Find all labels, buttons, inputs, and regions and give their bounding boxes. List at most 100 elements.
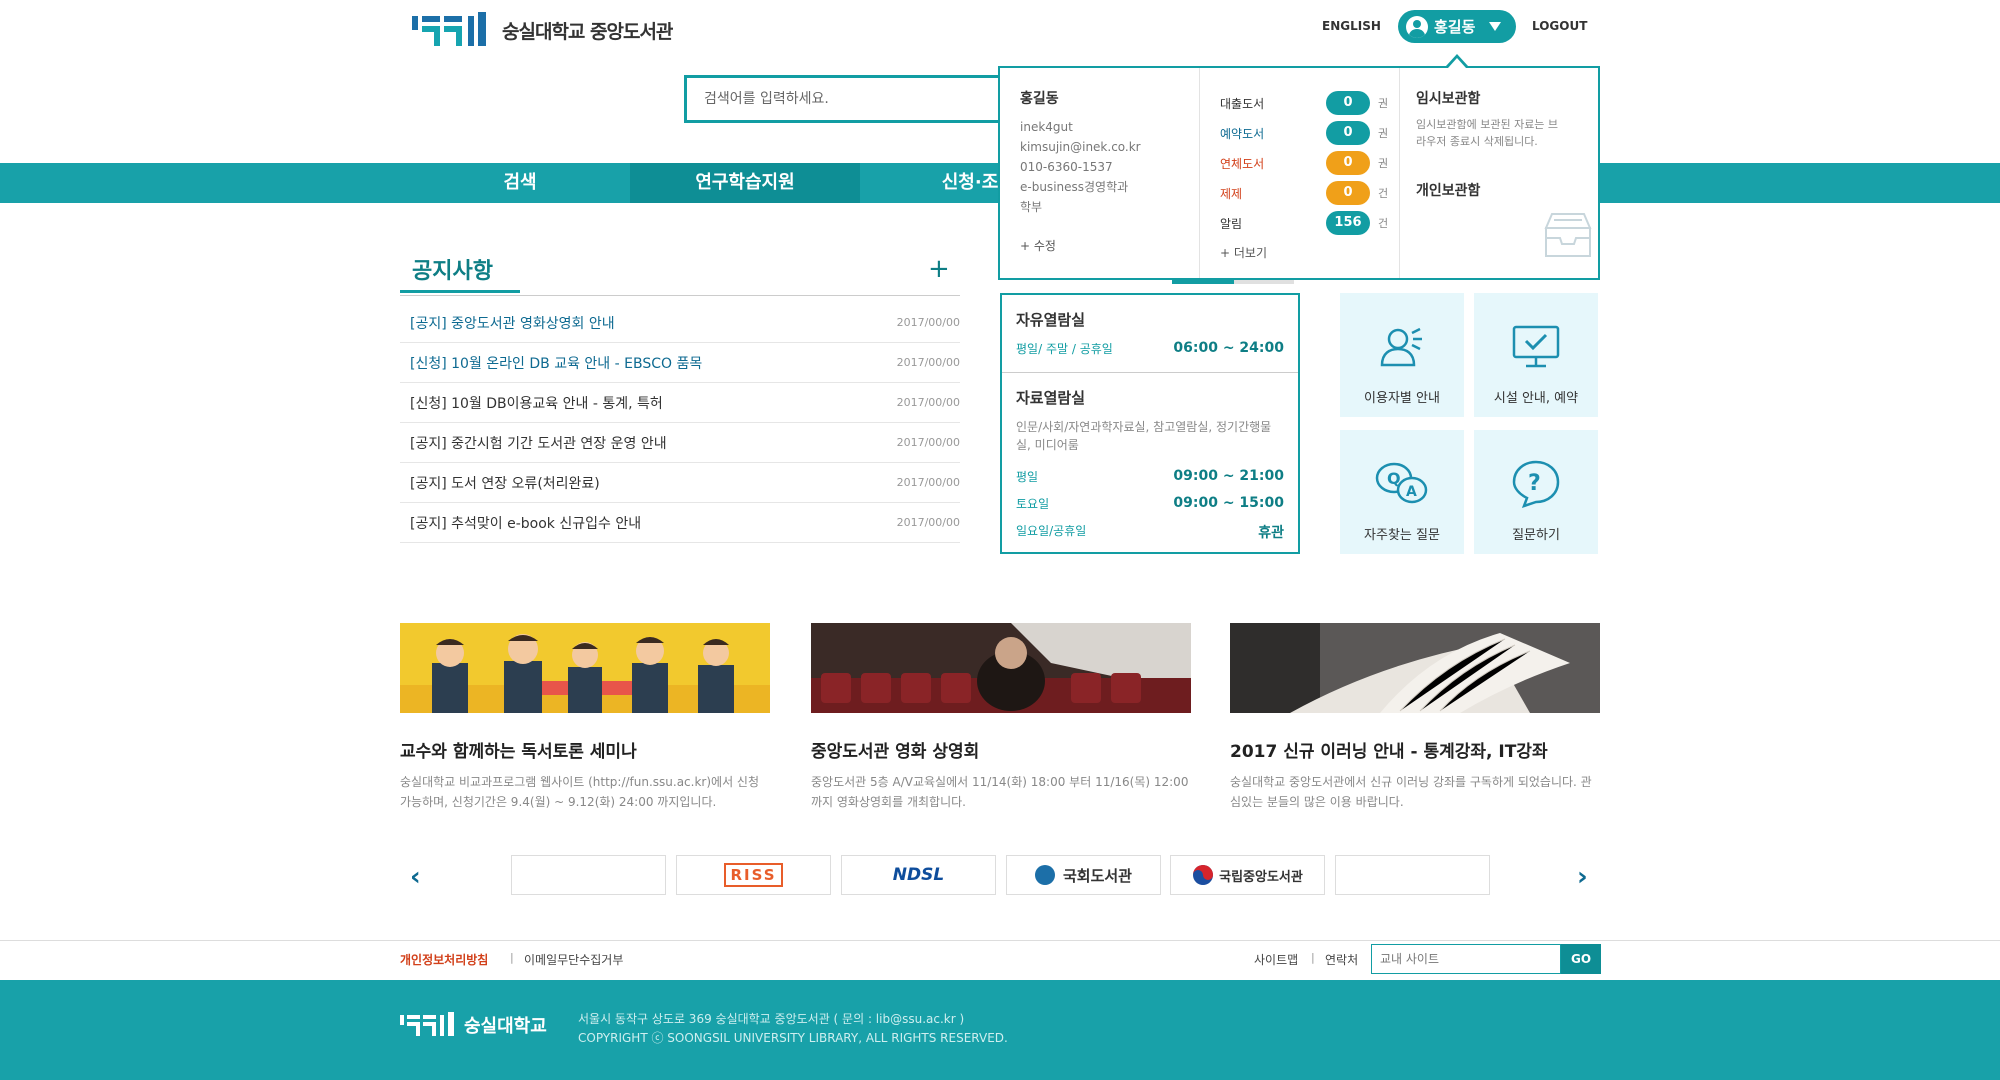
notice-item[interactable]: [공지] 중간시험 기간 도서관 연장 운영 안내 2017/00/00 bbox=[400, 423, 960, 463]
taeguk-emblem-icon bbox=[1193, 865, 1214, 885]
notice-text: [신청] 10월 온라인 DB 교육 안내 - EBSCO 품목 bbox=[410, 355, 703, 372]
storage-column: 임시보관함 임시보관함에 보관된 자료는 브라우저 종료시 삭제됩니다. 개인보… bbox=[1400, 68, 1598, 278]
stat-unit: 건 bbox=[1378, 217, 1389, 230]
user-dept: e-business경영학과 bbox=[1020, 180, 1129, 194]
hours-row: 토요일 09:00 ~ 15:00 bbox=[1016, 495, 1284, 512]
notice-date: 2017/00/00 bbox=[896, 516, 960, 529]
search-input[interactable]: 검색어를 입력하세요. bbox=[684, 75, 1004, 123]
stat-row[interactable]: 대출도서 0 권 bbox=[1220, 88, 1399, 118]
temp-storage-desc: 임시보관함에 보관된 자료는 브라우저 종료시 삭제됩니다. bbox=[1416, 118, 1559, 148]
notice-text: [공지] 중간시험 기간 도서관 연장 운영 안내 bbox=[410, 435, 667, 452]
ndsl-logo-text: NDSL bbox=[892, 865, 945, 885]
contact-link[interactable]: 연락처 bbox=[1325, 951, 1358, 968]
free-reading-room: 자유열람실 평일/ 주말 / 공휴일 06:00 ~ 24:00 bbox=[1002, 295, 1298, 373]
user-email: kimsujin@inek.co.kr bbox=[1020, 140, 1141, 154]
stat-unit: 건 bbox=[1378, 187, 1389, 200]
hours-tab-active[interactable] bbox=[1172, 280, 1234, 284]
notice-divider bbox=[400, 295, 960, 296]
question-bubble-icon: ? bbox=[1512, 460, 1560, 509]
personal-storage-title[interactable]: 개인보관함 bbox=[1416, 180, 1598, 200]
stat-count-badge: 0 bbox=[1326, 91, 1370, 115]
notice-item[interactable]: [공지] 중앙도서관 영화상영회 안내 2017/00/00 bbox=[400, 303, 960, 343]
notice-more-button[interactable]: + bbox=[928, 254, 950, 284]
stat-row[interactable]: 연체도서 0 권 bbox=[1220, 148, 1399, 178]
chevron-right-icon[interactable]: › bbox=[1577, 862, 1588, 892]
panel-user-name: 홍길동 bbox=[1020, 91, 1059, 107]
partner-logo-ndsl[interactable]: NDSL bbox=[841, 855, 996, 895]
stat-count-badge: 0 bbox=[1326, 181, 1370, 205]
hours-label: 평일 bbox=[1016, 470, 1039, 484]
partner-logo-empty[interactable] bbox=[1335, 855, 1490, 895]
footer-address-block: 서울시 동작구 상도로 369 숭실대학교 중앙도서관 ( 문의 : lib@s… bbox=[578, 1010, 1008, 1048]
chevron-left-icon[interactable]: ‹ bbox=[410, 862, 421, 892]
event-card[interactable]: 중앙도서관 영화 상영회 중앙도서관 5층 A/V교육실에서 11/14(화) … bbox=[811, 623, 1191, 812]
partner-logo-empty[interactable] bbox=[511, 855, 666, 895]
user-info-column: 홍길동 inek4gut kimsujin@inek.co.kr 010-636… bbox=[1000, 68, 1200, 278]
event-card[interactable]: 교수와 함께하는 독서토론 세미나 숭실대학교 비교과프로그램 웹사이트 (ht… bbox=[400, 623, 770, 812]
user-dropdown-panel: 홍길동 inek4gut kimsujin@inek.co.kr 010-636… bbox=[998, 66, 1600, 280]
card-title: 교수와 함께하는 독서토론 세미나 bbox=[400, 742, 637, 762]
library-logo[interactable]: 숭실대학교 중앙도서관 bbox=[412, 10, 712, 50]
panel-pointer-inner bbox=[1448, 58, 1466, 68]
user-menu-button[interactable]: 홍길동 bbox=[1398, 10, 1516, 43]
stat-unit: 권 bbox=[1378, 157, 1389, 170]
ssu-logo-white-icon bbox=[400, 1012, 454, 1036]
stat-row[interactable]: 알림 156 건 bbox=[1220, 208, 1399, 238]
caret-down-icon bbox=[1489, 22, 1502, 31]
stats-more-link[interactable]: + 더보기 bbox=[1220, 244, 1399, 261]
event-card[interactable]: 2017 신규 이러닝 안내 - 통계강좌, IT강좌 숭실대학교 중앙도서관에… bbox=[1230, 623, 1600, 812]
notice-text: [신청] 10월 DB이용교육 안내 - 통계, 특허 bbox=[410, 395, 663, 412]
site-select-input[interactable]: 교내 사이트 bbox=[1371, 944, 1561, 974]
tile-faq[interactable]: Q A 자주찾는 질문 bbox=[1340, 430, 1464, 554]
notice-item[interactable]: [공지] 도서 연장 오류(처리완료) 2017/00/00 bbox=[400, 463, 960, 503]
notice-text: [공지] 도서 연장 오류(처리완료) bbox=[410, 475, 600, 492]
open-book-photo-image bbox=[1230, 623, 1600, 713]
nav-item-research-support[interactable]: 연구학습지원 bbox=[630, 163, 860, 203]
user-type: 학부 bbox=[1020, 200, 1043, 214]
notice-item[interactable]: [공지] 추석맞이 e-book 신규입수 안내 2017/00/00 bbox=[400, 503, 960, 543]
svg-text:A: A bbox=[1406, 484, 1417, 500]
privacy-policy-link[interactable]: 개인정보처리방침 bbox=[400, 951, 488, 968]
user-stats-column: 대출도서 0 권 예약도서 0 권 연체도서 0 권 제제 0 건 알림 156… bbox=[1200, 68, 1400, 278]
email-refusal-link[interactable]: 이메일무단수집거부 bbox=[524, 951, 623, 968]
notice-item[interactable]: [신청] 10월 DB이용교육 안내 - 통계, 특허 2017/00/00 bbox=[400, 383, 960, 423]
stat-count-badge: 0 bbox=[1326, 121, 1370, 145]
english-link[interactable]: ENGLISH bbox=[1322, 19, 1381, 33]
stat-label: 대출도서 bbox=[1220, 96, 1265, 111]
stat-unit: 권 bbox=[1378, 97, 1389, 110]
logo-text: 숭실대학교 중앙도서관 bbox=[502, 20, 673, 43]
separator: | bbox=[1311, 951, 1315, 964]
partner-logo-riss[interactable]: RISS bbox=[676, 855, 831, 895]
footer-copyright: COPYRIGHT ⓒ SOONGSIL UNIVERSITY LIBRARY,… bbox=[578, 1031, 1008, 1045]
inbox-tray-icon bbox=[1544, 213, 1592, 257]
tile-user-guide[interactable]: 이용자별 안내 bbox=[1340, 293, 1464, 417]
notice-text: [공지] 추석맞이 e-book 신규입수 안내 bbox=[410, 515, 642, 532]
user-phone: 010-6360-1537 bbox=[1020, 160, 1113, 174]
person-speaking-icon bbox=[1380, 327, 1422, 367]
monitor-check-icon bbox=[1512, 325, 1560, 368]
nlk-logo-text: 국립중앙도서관 bbox=[1219, 869, 1303, 885]
footer-address: 서울시 동작구 상도로 369 숭실대학교 중앙도서관 ( 문의 : lib@s… bbox=[578, 1012, 965, 1026]
tile-facility[interactable]: 시설 안내, 예약 bbox=[1474, 293, 1598, 417]
partner-logo-national-assembly-library[interactable]: 국회도서관 bbox=[1006, 855, 1161, 895]
notice-item[interactable]: [신청] 10월 온라인 DB 교육 안내 - EBSCO 품목 2017/00… bbox=[400, 343, 960, 383]
go-button[interactable]: GO bbox=[1561, 944, 1601, 974]
tile-ask[interactable]: ? 질문하기 bbox=[1474, 430, 1598, 554]
nav-item-search[interactable]: 검색 bbox=[420, 163, 620, 203]
partner-logo-national-library-korea[interactable]: 국립중앙도서관 bbox=[1170, 855, 1325, 895]
logout-link[interactable]: LOGOUT bbox=[1532, 19, 1587, 33]
material-room-desc: 인문/사회/자연과학자료실, 참고열람실, 정기간행물실, 미디어룸 bbox=[1016, 420, 1272, 452]
hours-row: 평일 09:00 ~ 21:00 bbox=[1016, 468, 1284, 485]
temp-storage-title[interactable]: 임시보관함 bbox=[1416, 88, 1598, 108]
seminar-illustration-image bbox=[400, 623, 770, 713]
material-reading-room: 자료열람실 인문/사회/자연과학자료실, 참고열람실, 정기간행물실, 미디어룸… bbox=[1002, 373, 1298, 542]
opening-hours-box: 자유열람실 평일/ 주말 / 공휴일 06:00 ~ 24:00 자료열람실 인… bbox=[1000, 293, 1300, 554]
card-title: 중앙도서관 영화 상영회 bbox=[811, 742, 980, 762]
edit-profile-link[interactable]: + 수정 bbox=[1020, 237, 1199, 254]
stat-row[interactable]: 제제 0 건 bbox=[1220, 178, 1399, 208]
notice-text: [공지] 중앙도서관 영화상영회 안내 bbox=[410, 315, 615, 332]
sitemap-link[interactable]: 사이트맵 bbox=[1254, 951, 1298, 968]
card-desc: 중앙도서관 5층 A/V교육실에서 11/14(화) 18:00 부터 11/1… bbox=[811, 775, 1189, 809]
stat-row[interactable]: 예약도서 0 권 bbox=[1220, 118, 1399, 148]
stat-label: 제제 bbox=[1220, 186, 1243, 201]
